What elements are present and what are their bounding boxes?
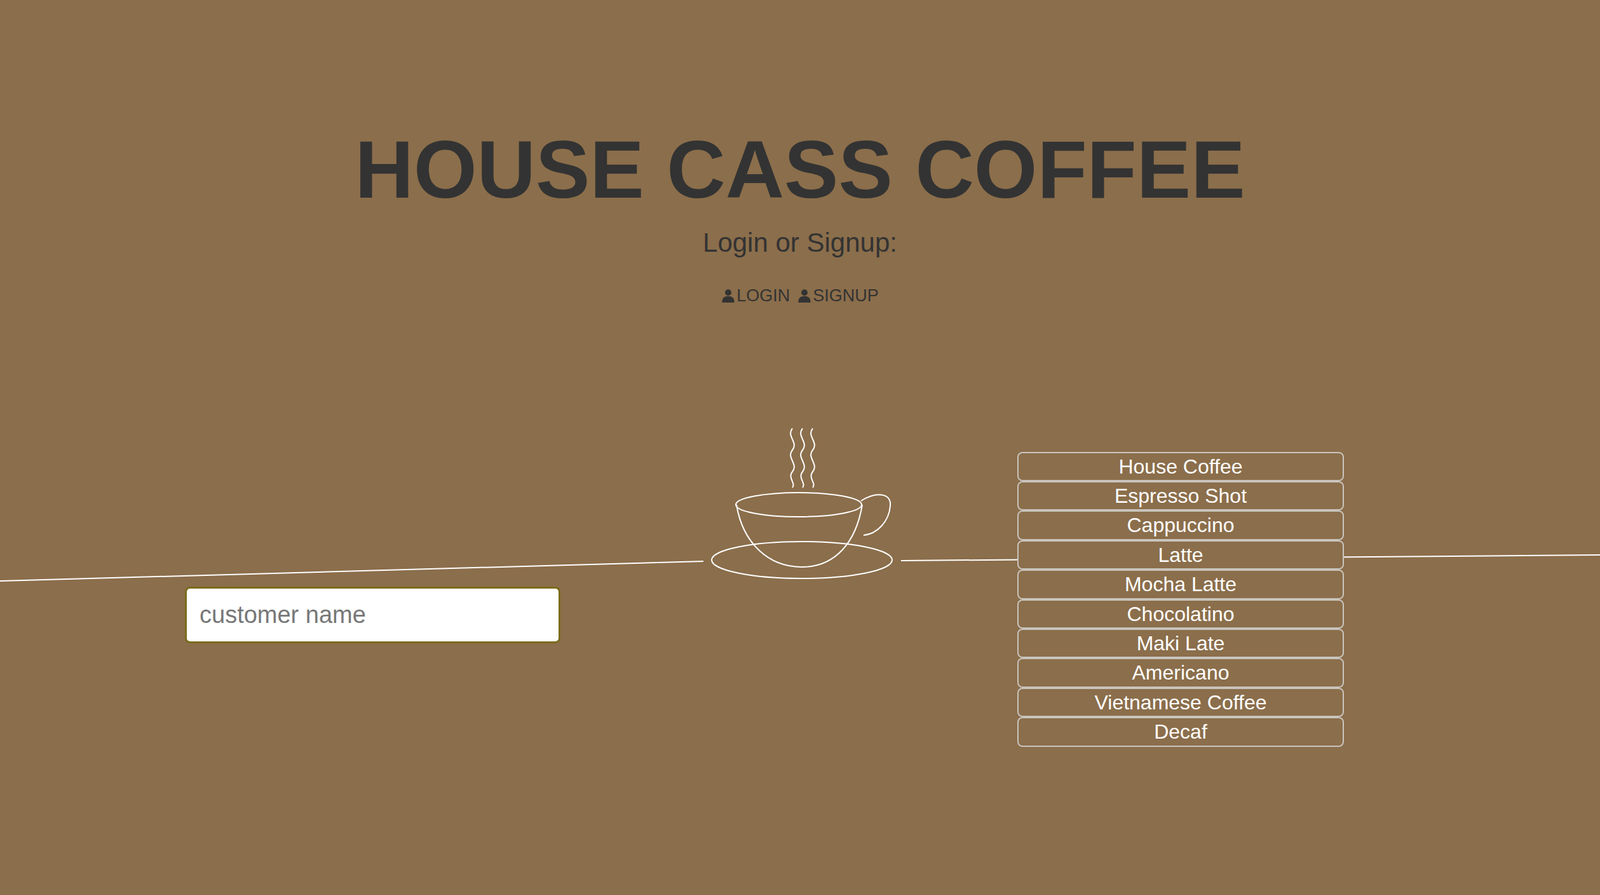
header: HOUSE CASS COFFEE Login or Signup: LOGIN SI… <box>0 0 1600 306</box>
coffee-cup-icon <box>709 426 895 581</box>
customer-name-input[interactable] <box>184 586 561 644</box>
drink-button[interactable]: House Coffee <box>1017 451 1344 482</box>
drink-button[interactable]: Decaf <box>1017 716 1344 746</box>
drink-button[interactable]: Maki Late <box>1017 628 1344 658</box>
drink-button[interactable]: Americano <box>1017 657 1344 687</box>
drink-button[interactable]: Vietnamese Coffee <box>1017 687 1344 717</box>
user-icon <box>721 288 736 303</box>
auth-links: LOGIN SIGNUP <box>721 285 879 306</box>
auth-link[interactable]: SIGNUP <box>797 285 879 306</box>
drink-button[interactable]: Cappuccino <box>1017 510 1344 540</box>
title: HOUSE CASS COFFEE <box>354 120 1245 219</box>
order-stage: House CoffeeEspresso ShotCappuccinoLatte… <box>0 426 1600 783</box>
user-icon <box>797 288 812 303</box>
auth-link[interactable]: LOGIN <box>721 285 790 306</box>
page: HOUSE CASS COFFEE Login or Signup: LOGIN SI… <box>0 0 1600 895</box>
drink-button[interactable]: Chocolatino <box>1017 599 1344 629</box>
subtitle: Login or Signup: <box>702 227 898 258</box>
drink-button[interactable]: Mocha Latte <box>1017 569 1344 599</box>
drink-button[interactable]: Latte <box>1017 540 1344 570</box>
drink-button[interactable]: Espresso Shot <box>1017 481 1344 511</box>
drink-menu: House CoffeeEspresso ShotCappuccinoLatte… <box>1017 451 1344 747</box>
